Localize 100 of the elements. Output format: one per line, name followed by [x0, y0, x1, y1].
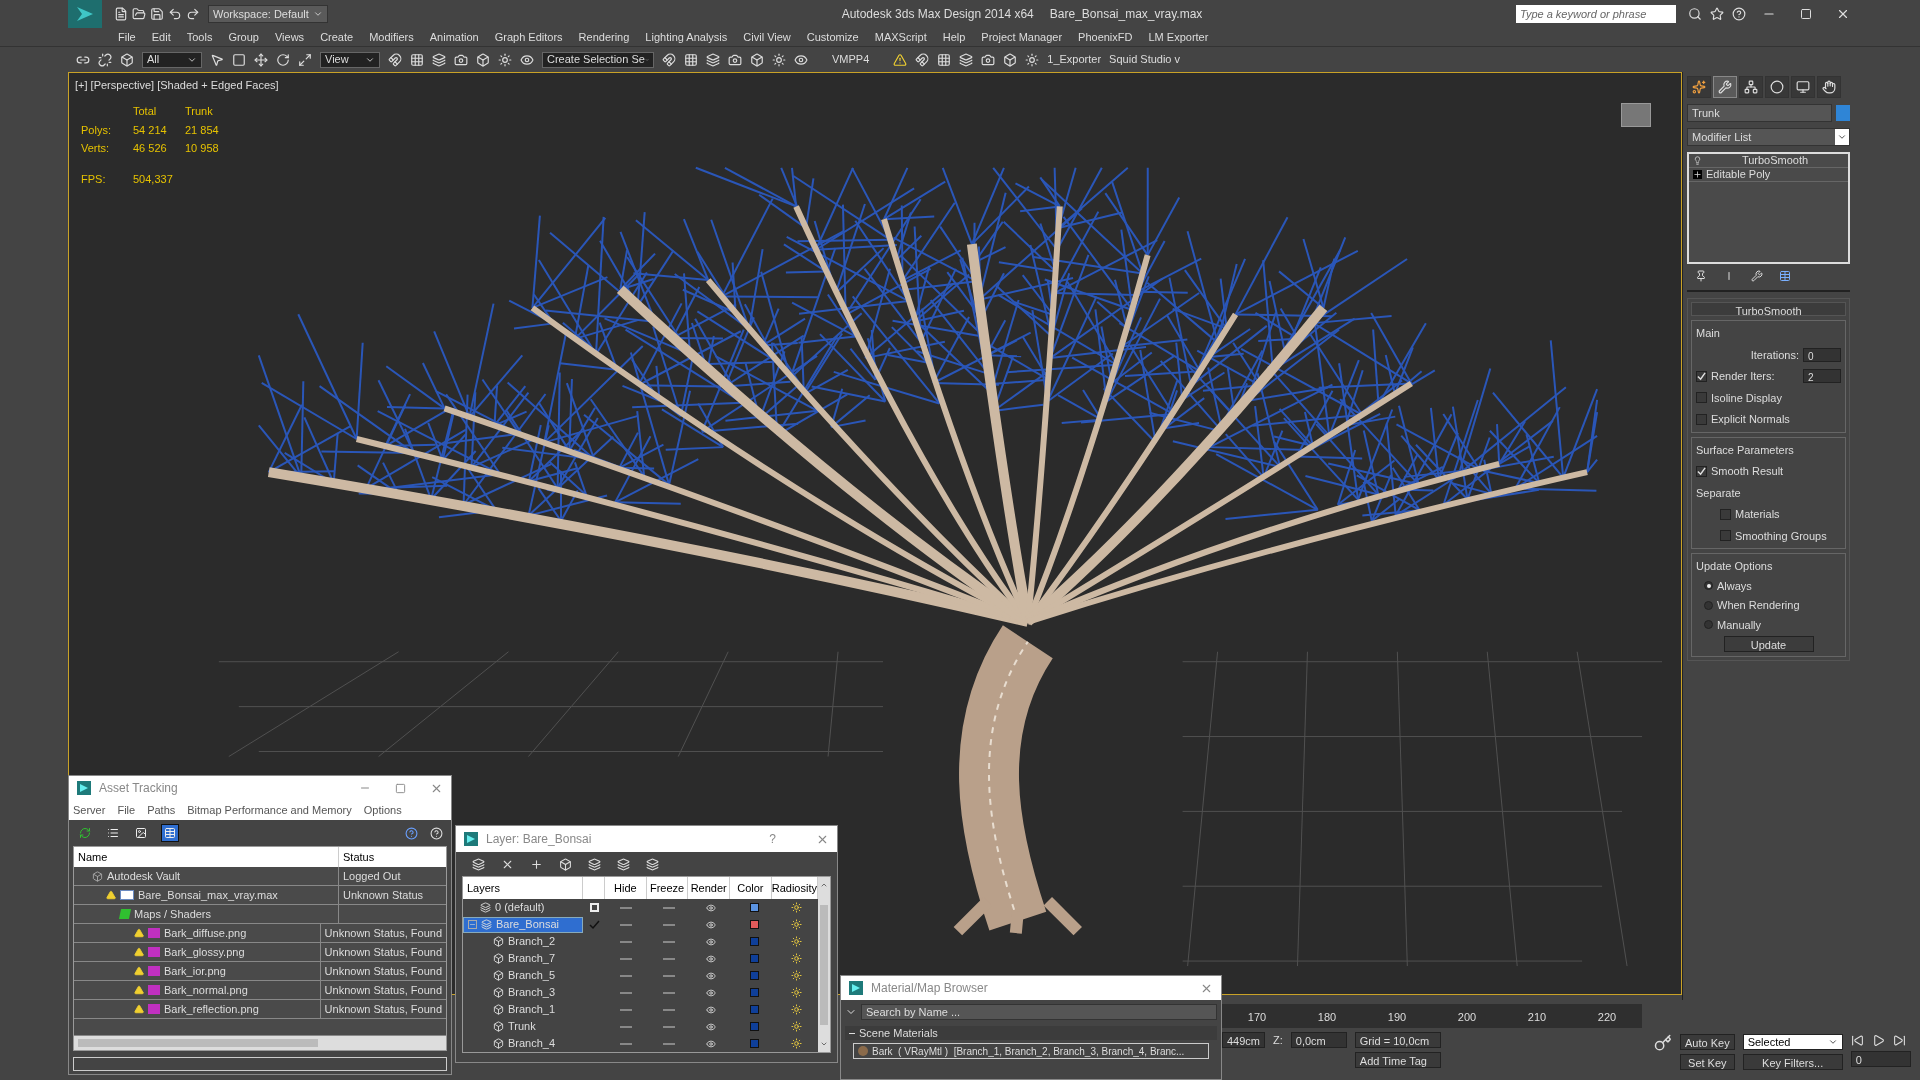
layer-row-label[interactable]: Bare_Bonsai [463, 916, 583, 933]
toolbar-icon[interactable] [120, 52, 134, 67]
menu-item[interactable]: Help [942, 28, 966, 46]
object-color-swatch[interactable] [1836, 105, 1850, 121]
freeze-toggle[interactable] [662, 974, 675, 977]
vertical-scrollbar[interactable] [818, 877, 830, 1052]
toolbar-icon[interactable] [298, 52, 312, 67]
toolbar-icon[interactable] [706, 52, 720, 67]
material-item[interactable]: Bark ( VRayMtl ) [Branch_1, Branch_2, Branch_3, Branch_4, Branc... [853, 1043, 1209, 1059]
rollout-header[interactable]: TurboSmooth [1691, 302, 1846, 316]
toolbar-icon[interactable] [794, 52, 808, 67]
set-key-button[interactable]: Set Key [1680, 1054, 1735, 1070]
named-selection-dropdown[interactable]: Create Selection Se [542, 51, 654, 68]
toolbar-icon[interactable] [1025, 52, 1040, 67]
radiosity-icon[interactable] [791, 1021, 803, 1032]
toolbar-icon[interactable] [520, 52, 534, 67]
frame-field[interactable]: 0 [1850, 1051, 1911, 1067]
panel-tab[interactable] [1739, 76, 1763, 98]
app-logo[interactable] [68, 0, 102, 28]
layer-tool-icon[interactable] [559, 857, 572, 871]
hide-toggle[interactable] [620, 1025, 633, 1028]
layer-row-label[interactable]: 0 (default) [463, 899, 583, 916]
modifier-stack[interactable]: TurboSmooth Editable Poly [1687, 152, 1850, 264]
menu-item[interactable]: File [117, 801, 136, 819]
hide-toggle[interactable] [620, 923, 633, 926]
search-field[interactable]: Type a keyword or phrase [1516, 5, 1676, 23]
toolbar-icon[interactable] [750, 52, 764, 67]
toolbar-icon[interactable] [388, 52, 402, 67]
radio-button[interactable] [1704, 600, 1713, 610]
open-folder-icon[interactable] [132, 7, 146, 21]
toolbar-icon[interactable] [662, 52, 676, 67]
hide-toggle[interactable] [620, 1008, 633, 1011]
radiosity-icon[interactable] [791, 902, 803, 913]
layer-row-label[interactable]: Branch_4 [463, 1035, 583, 1052]
menu-item[interactable]: Group [228, 28, 259, 46]
iterations-spinner[interactable]: 0 [1803, 347, 1841, 362]
freeze-toggle[interactable] [662, 940, 675, 943]
color-swatch[interactable] [749, 1005, 759, 1014]
tree-cell[interactable]: Maps / Shaders [74, 905, 339, 923]
panel-tab[interactable] [1765, 76, 1789, 98]
menu-item[interactable]: Graph Editors [494, 28, 563, 46]
studio-label[interactable]: Squid Studio v [1109, 51, 1181, 68]
tree-cell[interactable]: Bark_normal.png [74, 981, 321, 999]
stack-item[interactable]: Editable Poly [1706, 166, 1771, 183]
radiosity-icon[interactable] [791, 936, 803, 947]
toolbar-icon[interactable] [981, 52, 996, 67]
toolbar-icon[interactable] [498, 52, 512, 67]
undo-icon[interactable] [168, 7, 182, 21]
scroll-down-icon[interactable] [820, 1040, 828, 1048]
go-to-end-icon[interactable] [1892, 1034, 1906, 1047]
radiosity-icon[interactable] [791, 970, 803, 981]
menu-item[interactable]: Project Manager [981, 28, 1063, 46]
active-layer-box[interactable] [589, 903, 599, 912]
new-file-icon[interactable] [114, 7, 128, 21]
wrench-icon[interactable] [1751, 270, 1763, 282]
toolbar-icon[interactable] [254, 52, 268, 67]
color-swatch[interactable] [749, 920, 759, 929]
checkbox[interactable] [1696, 413, 1707, 425]
tree-cell[interactable]: Bare_Bonsai_max_vray.max [74, 886, 339, 904]
radiosity-icon[interactable] [791, 1004, 803, 1015]
pin-icon[interactable] [1695, 270, 1707, 282]
layer-row-label[interactable]: Branch_1 [463, 1001, 583, 1018]
menu-item[interactable]: Lighting Analysis [645, 28, 728, 46]
lightbulb-icon[interactable] [1693, 156, 1702, 165]
radio-button[interactable] [1704, 620, 1713, 630]
radiosity-icon[interactable] [791, 919, 803, 930]
warning-icon[interactable] [893, 52, 908, 67]
column-header[interactable]: Freeze [646, 877, 689, 899]
stack-item[interactable]: TurboSmooth [1706, 152, 1844, 169]
reference-coordinate-dropdown[interactable]: View [320, 51, 380, 68]
menu-item[interactable]: Modifiers [369, 28, 414, 46]
column-header[interactable]: Color [730, 877, 772, 899]
close-icon[interactable] [1836, 7, 1850, 21]
expand-icon[interactable] [1693, 170, 1702, 179]
add-time-tag-button[interactable]: Add Time Tag [1354, 1052, 1441, 1068]
checkbox[interactable] [1696, 370, 1707, 382]
hide-toggle[interactable] [620, 974, 633, 977]
layer-tool-icon[interactable] [646, 857, 659, 871]
timeline-ruler[interactable]: 170 180 190 200 210 220 [1222, 1004, 1642, 1028]
menu-item[interactable]: Bitmap Performance and Memory [187, 801, 352, 819]
menu-item[interactable]: MAXScript [874, 28, 927, 46]
menu-item[interactable]: Create [320, 28, 354, 46]
menu-item[interactable]: LM Exporter [1148, 28, 1209, 46]
color-swatch[interactable] [749, 988, 759, 997]
toolbar-icon[interactable] [959, 52, 974, 67]
layer-row-label[interactable]: Branch_7 [463, 950, 583, 967]
color-swatch[interactable] [749, 1039, 759, 1048]
plugin-label[interactable]: VMPP4 [832, 51, 870, 68]
menu-item[interactable]: Rendering [578, 28, 630, 46]
toolbar-icon[interactable] [1003, 52, 1018, 67]
menu-item[interactable]: Paths [147, 801, 176, 819]
menu-item[interactable]: Edit [151, 28, 171, 46]
freeze-toggle[interactable] [662, 923, 675, 926]
layer-tool-icon[interactable] [588, 857, 601, 871]
toolbar-icon[interactable] [937, 52, 952, 67]
update-button[interactable]: Update [1723, 636, 1814, 652]
freeze-toggle[interactable] [662, 1008, 675, 1011]
hide-toggle[interactable] [620, 940, 633, 943]
toolbar-icon[interactable] [98, 52, 112, 67]
menu-item[interactable]: Animation [429, 28, 479, 46]
